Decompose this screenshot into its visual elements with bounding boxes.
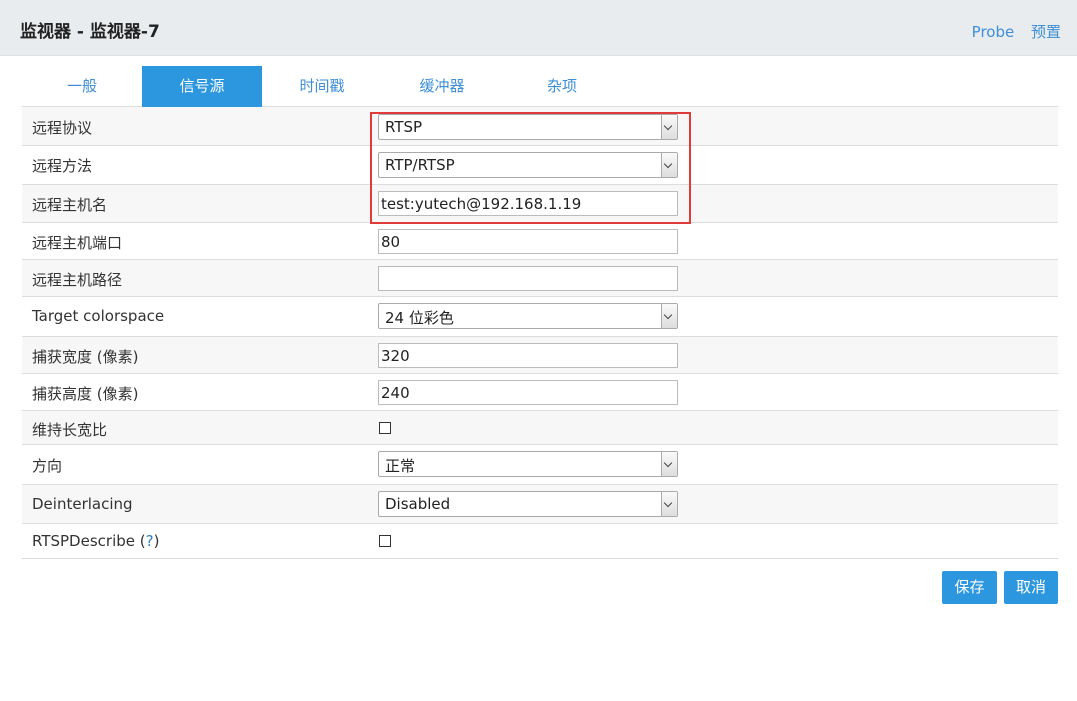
row-colorspace: Target colorspace 24 位彩色 (22, 297, 1058, 337)
aspect-label: 维持长宽比 (32, 421, 108, 439)
tab-general[interactable]: 一般 (22, 66, 142, 107)
remote-method-value: RTP/RTSP (385, 156, 455, 174)
tab-bar: 一般 信号源 时间戳 缓冲器 杂项 (22, 66, 1058, 107)
orientation-label: 方向 (32, 457, 63, 475)
rtsp-describe-text: RTSPDescribe (32, 532, 135, 550)
chevron-down-icon (661, 153, 677, 177)
page-title: 监视器 - 监视器-7 (20, 22, 160, 42)
deinterlacing-value: Disabled (385, 495, 451, 513)
rtsp-describe-label: RTSPDescribe (?) (32, 532, 159, 550)
remote-path-input[interactable] (378, 266, 678, 291)
remote-protocol-value: RTSP (385, 118, 423, 136)
colorspace-select[interactable]: 24 位彩色 (378, 303, 678, 329)
remote-path-label: 远程主机路径 (32, 271, 123, 289)
tab-source[interactable]: 信号源 (142, 66, 262, 107)
row-orientation: 方向 正常 (22, 445, 1058, 485)
tab-buffers[interactable]: 缓冲器 (382, 66, 502, 107)
aspect-checkbox[interactable] (379, 422, 391, 434)
orientation-select[interactable]: 正常 (378, 451, 678, 477)
header-links: Probe 预置 (960, 21, 1061, 42)
cancel-button[interactable]: 取消 (1004, 571, 1058, 604)
deinterlacing-select[interactable]: Disabled (378, 491, 678, 517)
remote-host-input[interactable] (378, 191, 678, 216)
remote-host-label: 远程主机名 (32, 196, 108, 214)
row-remote-protocol: 远程协议 RTSP (22, 107, 1058, 146)
remote-method-select[interactable]: RTP/RTSP (378, 152, 678, 178)
remote-port-input[interactable] (378, 229, 678, 254)
help-link[interactable]: ? (146, 532, 154, 550)
colorspace-label: Target colorspace (32, 307, 165, 325)
remote-protocol-label: 远程协议 (32, 119, 93, 137)
help-close-paren: ) (153, 532, 160, 550)
rtsp-describe-checkbox[interactable] (379, 535, 391, 547)
row-remote-host: 远程主机名 (22, 185, 1058, 223)
width-input[interactable] (378, 343, 678, 368)
colorspace-value: 24 位彩色 (385, 309, 454, 327)
row-aspect: 维持长宽比 (22, 411, 1058, 445)
presets-link[interactable]: 预置 (1031, 23, 1061, 41)
chevron-down-icon (661, 304, 677, 328)
row-remote-path: 远程主机路径 (22, 260, 1058, 297)
deinterlacing-label: Deinterlacing (32, 495, 133, 513)
remote-method-label: 远程方法 (32, 157, 93, 175)
row-height: 捕获高度 (像素) (22, 374, 1058, 411)
height-input[interactable] (378, 380, 678, 405)
probe-link[interactable]: Probe (972, 23, 1015, 41)
row-remote-method: 远程方法 RTP/RTSP (22, 146, 1058, 185)
height-label: 捕获高度 (像素) (32, 385, 139, 403)
row-remote-port: 远程主机端口 (22, 223, 1058, 260)
orientation-value: 正常 (385, 457, 416, 475)
page-header: 监视器 - 监视器-7 Probe 预置 (0, 0, 1077, 56)
remote-port-label: 远程主机端口 (32, 234, 123, 252)
remote-protocol-select[interactable]: RTSP (378, 114, 678, 140)
chevron-down-icon (661, 115, 677, 139)
row-deinterlacing: Deinterlacing Disabled (22, 485, 1058, 524)
help-open-paren: ( (135, 532, 146, 550)
width-label: 捕获宽度 (像素) (32, 348, 139, 366)
row-rtsp-describe: RTSPDescribe (?) (22, 524, 1058, 559)
chevron-down-icon (661, 452, 677, 476)
tab-timestamp[interactable]: 时间戳 (262, 66, 382, 107)
save-button[interactable]: 保存 (942, 571, 997, 604)
source-form: 远程协议 RTSP 远程方法 RTP/RTSP 远程主机名 远程主机端口 远程主 (22, 107, 1058, 559)
tab-misc[interactable]: 杂项 (502, 66, 622, 107)
row-width: 捕获宽度 (像素) (22, 337, 1058, 374)
chevron-down-icon (661, 492, 677, 516)
